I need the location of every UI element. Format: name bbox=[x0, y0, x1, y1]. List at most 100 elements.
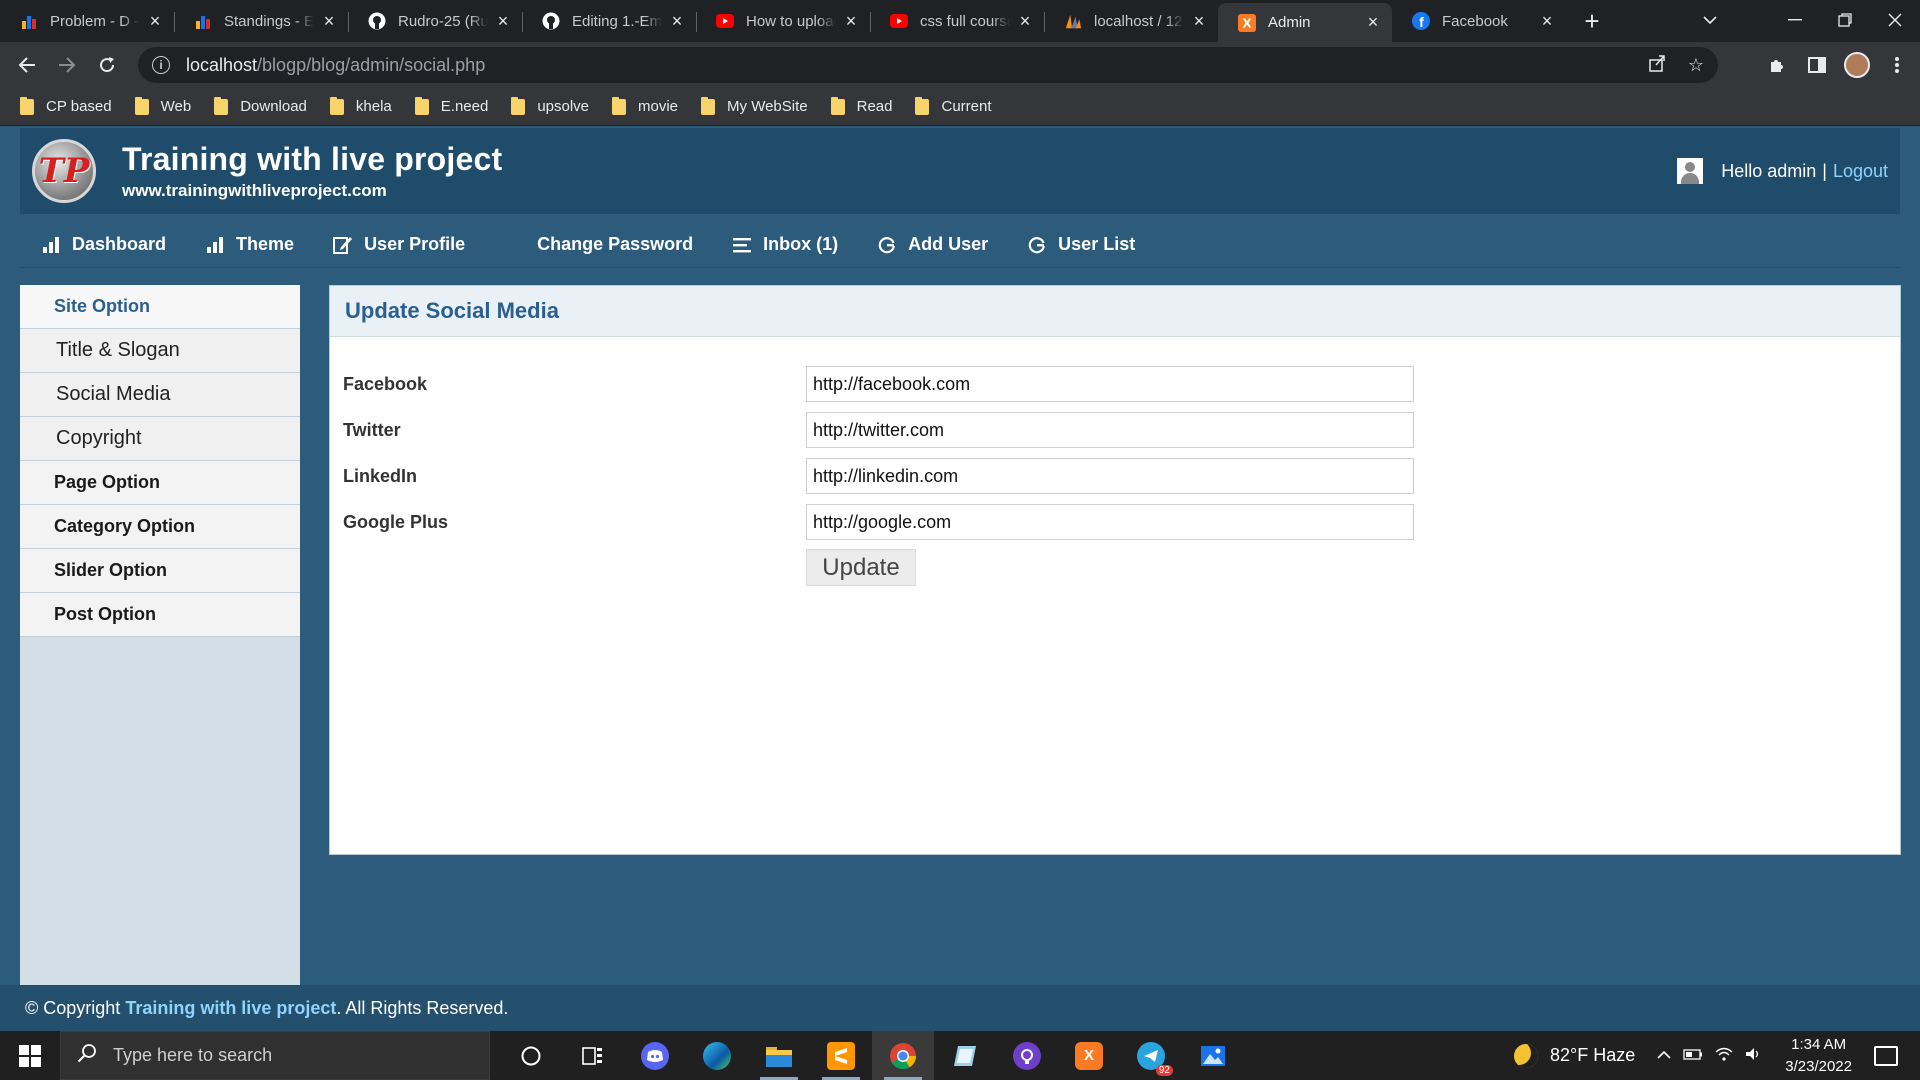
facebook-label: Facebook bbox=[343, 373, 428, 394]
bookmark-folder[interactable]: Current bbox=[915, 96, 1002, 115]
nav-inbox[interactable]: Inbox (1) bbox=[731, 234, 838, 255]
telegram-icon[interactable]: 92 bbox=[1120, 1031, 1182, 1080]
clock[interactable]: 1:34 AM 3/23/2022 bbox=[1785, 1034, 1852, 1078]
browser-tab[interactable]: Standings - Educational × bbox=[174, 3, 348, 39]
separator: | bbox=[1822, 160, 1827, 181]
footer-suffix: . All Rights Reserved. bbox=[336, 997, 509, 1018]
close-icon[interactable]: × bbox=[1364, 12, 1382, 32]
logout-link[interactable]: Logout bbox=[1833, 161, 1888, 182]
sidebar-category-option[interactable]: Category Option bbox=[20, 505, 300, 549]
site-info-icon[interactable]: i bbox=[152, 56, 170, 74]
close-icon[interactable]: × bbox=[1190, 11, 1208, 31]
share-icon[interactable] bbox=[1648, 54, 1666, 77]
profile-avatar[interactable] bbox=[1844, 52, 1870, 78]
volume-icon[interactable] bbox=[1745, 1047, 1763, 1065]
file-explorer-icon[interactable] bbox=[748, 1031, 810, 1080]
discord-icon[interactable] bbox=[624, 1031, 686, 1080]
weather-widget[interactable]: 82°F Haze bbox=[1514, 1043, 1635, 1068]
folder-icon bbox=[134, 96, 149, 115]
sidebar-title-slogan[interactable]: Title & Slogan bbox=[20, 329, 300, 373]
notepad-icon[interactable] bbox=[934, 1031, 996, 1080]
bookmark-folder[interactable]: Download bbox=[214, 96, 318, 115]
forward-arrow-icon[interactable] bbox=[47, 45, 87, 85]
bars-chart-icon bbox=[20, 12, 38, 30]
twitter-input[interactable] bbox=[806, 412, 1414, 448]
notifications-icon[interactable] bbox=[1874, 1045, 1898, 1066]
update-button[interactable]: Update bbox=[806, 549, 916, 586]
start-button[interactable] bbox=[0, 1031, 60, 1080]
close-window-icon[interactable] bbox=[1870, 0, 1920, 40]
browser-tab[interactable]: Editing 1.-Empty × bbox=[522, 3, 696, 39]
sidebar-site-option[interactable]: Site Option bbox=[20, 285, 300, 329]
back-arrow-icon[interactable] bbox=[7, 45, 47, 85]
form-row-google-plus: Google Plus bbox=[343, 504, 1414, 540]
linkedin-label: LinkedIn bbox=[343, 465, 418, 486]
xampp-control-icon[interactable]: X bbox=[1058, 1031, 1120, 1080]
sublime-text-icon[interactable] bbox=[810, 1031, 872, 1080]
close-icon[interactable]: × bbox=[494, 11, 512, 31]
nav-user-profile[interactable]: User Profile bbox=[332, 234, 465, 255]
close-icon[interactable]: × bbox=[668, 11, 686, 31]
browser-tab[interactable]: css full course × bbox=[870, 3, 1044, 39]
bookmark-folder[interactable]: upsolve bbox=[511, 96, 600, 115]
form-row-facebook: Facebook bbox=[343, 366, 1414, 402]
new-tab-button[interactable]: + bbox=[1572, 3, 1612, 39]
address-bar[interactable]: i localhost/blogp/blog/admin/social.php … bbox=[138, 47, 1718, 83]
menu-kebab-icon[interactable] bbox=[1884, 52, 1910, 78]
github-desktop-icon[interactable] bbox=[996, 1031, 1058, 1080]
sidebar-slider-option[interactable]: Slider Option bbox=[20, 549, 300, 593]
sidebar-copyright[interactable]: Copyright bbox=[20, 417, 300, 461]
bookmark-folder[interactable]: khela bbox=[329, 96, 403, 115]
browser-tab[interactable]: f Facebook × bbox=[1392, 3, 1566, 39]
nav-add-user[interactable]: Add User bbox=[876, 234, 988, 255]
google-plus-input[interactable] bbox=[806, 504, 1414, 540]
bookmark-folder[interactable]: Read bbox=[830, 96, 904, 115]
nav-label: User List bbox=[1058, 234, 1136, 254]
minimize-icon[interactable] bbox=[1770, 0, 1820, 40]
bookmark-folder[interactable]: Web bbox=[134, 96, 203, 115]
restore-icon[interactable] bbox=[1820, 0, 1870, 40]
bars-chart-icon bbox=[194, 12, 212, 30]
battery-icon[interactable] bbox=[1683, 1047, 1703, 1064]
side-panel-icon[interactable] bbox=[1804, 52, 1830, 78]
nav-dashboard[interactable]: Dashboard bbox=[40, 234, 166, 255]
task-view-icon[interactable] bbox=[562, 1031, 624, 1080]
nav-change-password[interactable]: Change Password bbox=[537, 234, 693, 255]
nav-user-list[interactable]: User List bbox=[1026, 234, 1135, 255]
bookmark-folder[interactable]: CP based bbox=[20, 96, 123, 115]
chrome-icon[interactable] bbox=[872, 1031, 934, 1080]
browser-tab[interactable]: localhost / 127 × bbox=[1044, 3, 1218, 39]
chevron-up-icon[interactable] bbox=[1657, 1047, 1671, 1064]
close-icon[interactable]: × bbox=[320, 11, 338, 31]
close-icon[interactable]: × bbox=[1016, 11, 1034, 31]
sidebar-page-option[interactable]: Page Option bbox=[20, 461, 300, 505]
bookmark-folder[interactable]: E.need bbox=[414, 96, 500, 115]
facebook-input[interactable] bbox=[806, 366, 1414, 402]
close-icon[interactable]: × bbox=[1538, 11, 1556, 31]
tab-search-chevron-icon[interactable] bbox=[1690, 0, 1730, 40]
edge-icon[interactable] bbox=[686, 1031, 748, 1080]
footer-brand-link[interactable]: Training with live project bbox=[125, 998, 336, 1019]
sidebar-post-option[interactable]: Post Option bbox=[20, 593, 300, 637]
cortana-icon[interactable] bbox=[500, 1031, 562, 1080]
close-icon[interactable]: × bbox=[146, 11, 164, 31]
page-title: Update Social Media bbox=[330, 286, 1900, 337]
reload-icon[interactable] bbox=[87, 45, 127, 85]
close-icon[interactable]: × bbox=[842, 11, 860, 31]
linkedin-input[interactable] bbox=[806, 458, 1414, 494]
browser-tab[interactable]: Rudro-25 (Rudro) × bbox=[348, 3, 522, 39]
sidebar-social-media[interactable]: Social Media bbox=[20, 373, 300, 417]
bookmark-folder[interactable]: My WebSite bbox=[701, 96, 819, 115]
browser-tab[interactable]: How to upload × bbox=[696, 3, 870, 39]
browser-tab[interactable]: Problem - D - Codeforces × bbox=[0, 3, 174, 39]
bookmark-star-icon[interactable]: ☆ bbox=[1688, 55, 1704, 76]
wifi-icon[interactable] bbox=[1715, 1047, 1733, 1065]
bar-chart-icon bbox=[204, 236, 226, 253]
clock-date: 3/23/2022 bbox=[1785, 1057, 1852, 1075]
browser-tab-active[interactable]: X Admin × bbox=[1218, 3, 1392, 42]
photos-icon[interactable] bbox=[1182, 1031, 1244, 1080]
nav-theme[interactable]: Theme bbox=[204, 234, 294, 255]
taskbar-search[interactable]: Type here to search bbox=[60, 1031, 490, 1080]
bookmark-folder[interactable]: movie bbox=[612, 96, 689, 115]
extensions-puzzle-icon[interactable] bbox=[1764, 52, 1790, 78]
